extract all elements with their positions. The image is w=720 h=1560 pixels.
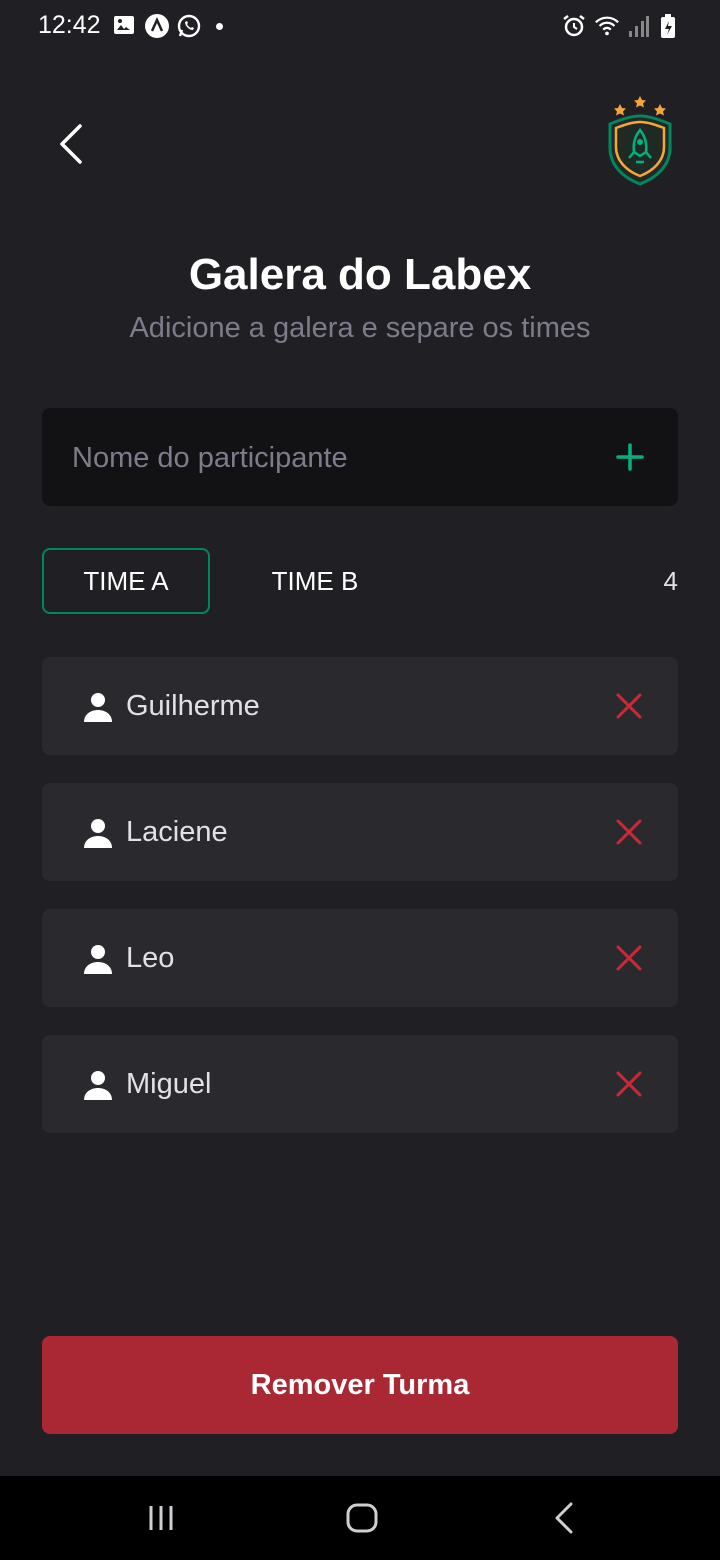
app-icon [144, 13, 170, 39]
player-card-leo: Leo [42, 909, 678, 1007]
back-icon [555, 1502, 573, 1534]
player-card-miguel: Miguel [42, 1035, 678, 1133]
remove-player-button[interactable] [614, 943, 644, 973]
player-card-laciene: Laciene [42, 783, 678, 881]
close-icon [616, 1071, 642, 1097]
tab-time-a[interactable]: TIME A [42, 548, 210, 614]
add-participant-button[interactable] [610, 437, 650, 477]
user-icon [84, 819, 112, 848]
signal-icon [627, 13, 653, 39]
navigation-bar [0, 1476, 720, 1560]
tab-time-b[interactable]: TIME B [232, 548, 398, 614]
page-title: Galera do Labex [188, 250, 532, 299]
participant-name-input[interactable] [70, 408, 594, 508]
status-bar: 12:42 [0, 0, 720, 52]
home-button[interactable] [342, 1498, 382, 1538]
remove-player-button[interactable] [614, 1069, 644, 1099]
chevron-left-icon [60, 124, 82, 164]
player-name: Guilherme [126, 690, 260, 722]
recent-apps-button[interactable] [141, 1498, 181, 1538]
user-icon [84, 1071, 112, 1100]
player-name: Miguel [126, 1068, 212, 1100]
back-button[interactable] [46, 114, 96, 174]
player-name: Leo [126, 942, 175, 974]
participant-input-container [42, 408, 678, 508]
battery-icon [660, 13, 686, 39]
user-icon [84, 693, 112, 722]
app-screen: 12:42 Galera do Labex Adicione a galera … [0, 0, 720, 1560]
remove-player-button[interactable] [614, 817, 644, 847]
status-right-icons [561, 13, 686, 39]
player-card-guilherme: Guilherme [42, 657, 678, 755]
plus-icon [616, 443, 644, 471]
player-name: Laciene [126, 816, 228, 848]
remove-class-button[interactable]: Remover Turma [42, 1336, 678, 1434]
wifi-icon [594, 13, 620, 39]
close-icon [616, 819, 642, 845]
user-icon [84, 945, 112, 974]
recent-apps-icon [149, 1506, 173, 1530]
whatsapp-icon [176, 13, 202, 39]
team-shield-logo [598, 94, 682, 190]
remove-player-button[interactable] [614, 691, 644, 721]
alarm-icon [561, 13, 587, 39]
close-icon [616, 693, 642, 719]
status-left-icons [112, 13, 223, 39]
dot-icon [216, 22, 223, 30]
home-icon [346, 1503, 378, 1533]
status-time: 12:42 [38, 11, 101, 39]
page-subtitle: Adicione a galera e separe os times [129, 312, 591, 344]
player-count: 4 [663, 566, 678, 596]
close-icon [616, 945, 642, 971]
nav-back-button[interactable] [544, 1498, 584, 1538]
image-icon [112, 13, 138, 39]
